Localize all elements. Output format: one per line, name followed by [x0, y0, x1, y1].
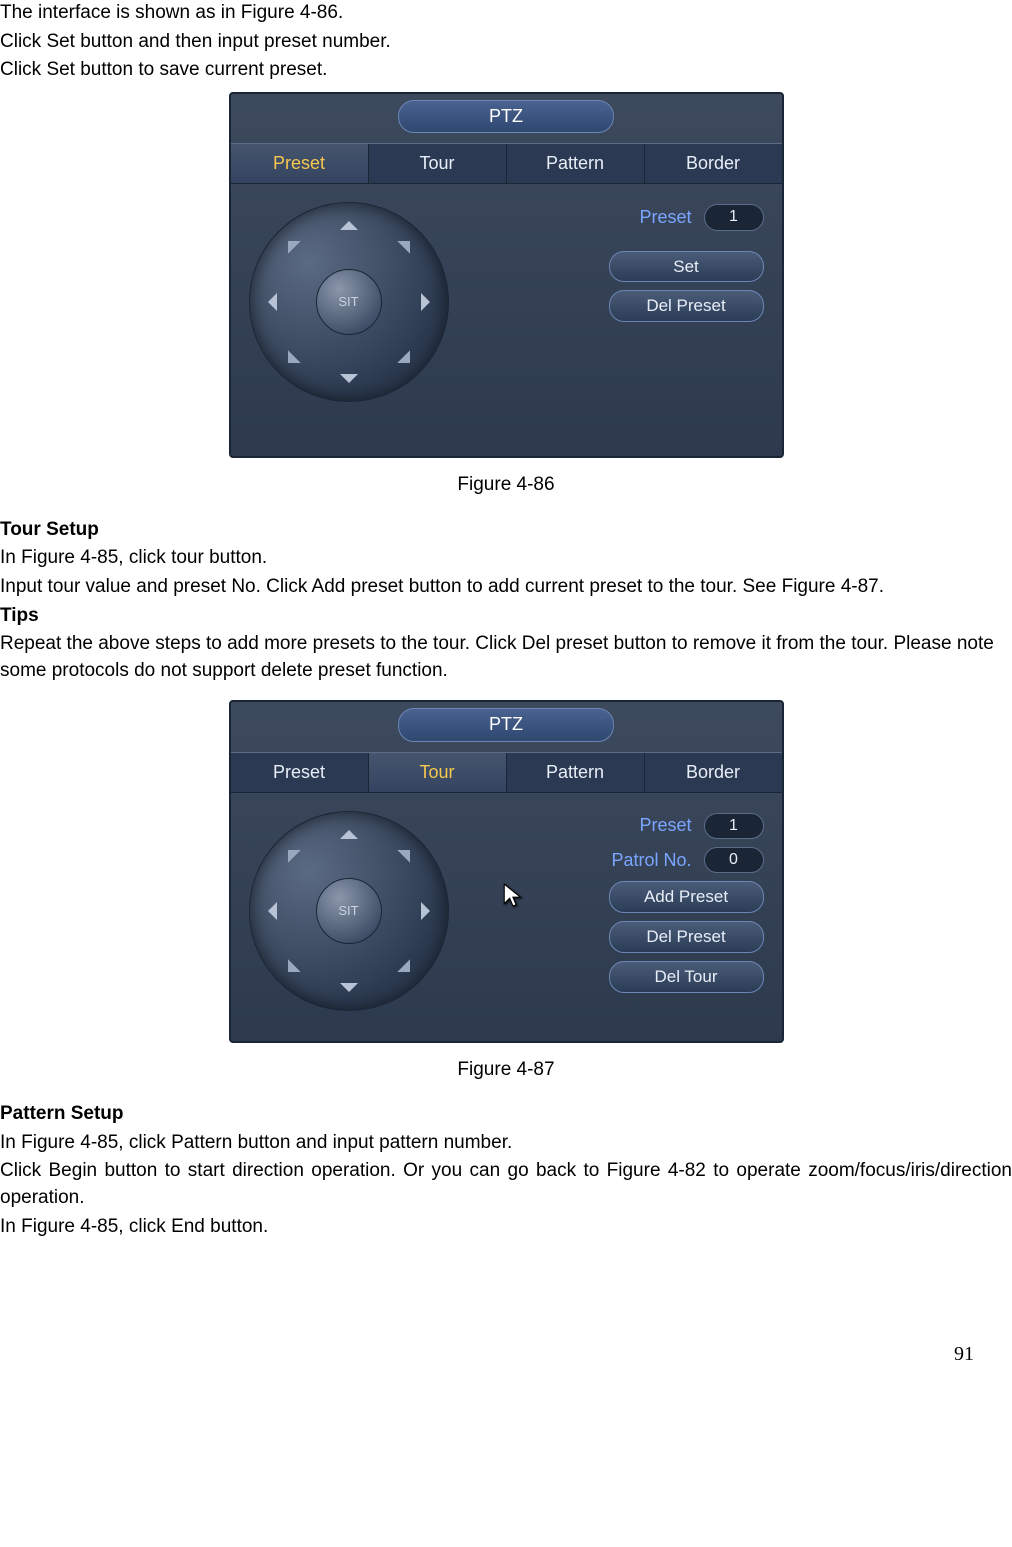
ptz-panel-tour: PTZ Preset Tour Pattern Border SIT Prese… [229, 700, 784, 1042]
dpad: SIT [249, 202, 449, 402]
ptz-body: SIT Preset 1 Set Del Preset [231, 184, 782, 456]
intro-line-3: Click Set button to save current preset. [0, 57, 1012, 84]
dpad: SIT [249, 811, 449, 1011]
tab-tour[interactable]: Tour [369, 753, 507, 792]
intro-line-2: Click Set button and then input preset n… [0, 29, 1012, 56]
ptz-header: PTZ [231, 94, 782, 143]
ptz-tabs: Preset Tour Pattern Border [231, 752, 782, 793]
ptz-title: PTZ [398, 708, 614, 741]
dpad-left-icon[interactable] [259, 902, 277, 920]
dpad-right-icon[interactable] [421, 902, 439, 920]
tour-setup-heading: Tour Setup [0, 517, 1012, 544]
ptz-tabs: Preset Tour Pattern Border [231, 143, 782, 184]
preset-label: Preset [469, 205, 696, 230]
dpad-center-button[interactable]: SIT [316, 878, 382, 944]
tour-setup-l1: In Figure 4-85, click tour button. [0, 545, 1012, 572]
pattern-setup-l3: In Figure 4-85, click End button. [0, 1214, 1012, 1241]
dpad-center-button[interactable]: SIT [316, 269, 382, 335]
controls-preset: Preset 1 Set Del Preset [469, 202, 764, 402]
pattern-setup-l2: Click Begin button to start direction op… [0, 1158, 1012, 1211]
pattern-setup-l1: In Figure 4-85, click Pattern button and… [0, 1130, 1012, 1157]
ptz-title: PTZ [398, 100, 614, 133]
preset-input[interactable]: 1 [704, 204, 764, 230]
tour-setup-l3: Repeat the above steps to add more prese… [0, 631, 1012, 684]
tips-heading: Tips [0, 603, 1012, 630]
tab-preset[interactable]: Preset [231, 144, 369, 183]
del-preset-button[interactable]: Del Preset [609, 290, 764, 322]
del-preset-button[interactable]: Del Preset [609, 921, 764, 953]
ptz-panel-preset: PTZ Preset Tour Pattern Border SIT Prese… [229, 92, 784, 458]
ptz-header: PTZ [231, 702, 782, 751]
tab-border[interactable]: Border [645, 144, 782, 183]
tab-border[interactable]: Border [645, 753, 782, 792]
ptz-body: SIT Preset 1 Patrol No. 0 Add Preset Del… [231, 793, 782, 1041]
dpad-down-icon[interactable] [340, 374, 358, 392]
preset-input[interactable]: 1 [704, 813, 764, 839]
tab-pattern[interactable]: Pattern [507, 753, 645, 792]
dpad-right-icon[interactable] [421, 293, 439, 311]
add-preset-button[interactable]: Add Preset [609, 881, 764, 913]
controls-tour: Preset 1 Patrol No. 0 Add Preset Del Pre… [469, 811, 764, 1011]
patrol-label: Patrol No. [469, 848, 696, 873]
patrol-input[interactable]: 0 [704, 847, 764, 873]
tour-setup-l2: Input tour value and preset No. Click Ad… [0, 574, 1012, 601]
figure-86-caption: Figure 4-86 [0, 472, 1012, 499]
tab-pattern[interactable]: Pattern [507, 144, 645, 183]
preset-label: Preset [469, 813, 696, 838]
tab-tour[interactable]: Tour [369, 144, 507, 183]
dpad-left-icon[interactable] [259, 293, 277, 311]
page-number: 91 [0, 1340, 1012, 1368]
dpad-down-icon[interactable] [340, 983, 358, 1001]
figure-87-caption: Figure 4-87 [0, 1057, 1012, 1084]
intro-line-1: The interface is shown as in Figure 4-86… [0, 0, 1012, 27]
tab-preset[interactable]: Preset [231, 753, 369, 792]
dpad-up-icon[interactable] [340, 821, 358, 839]
dpad-up-icon[interactable] [340, 212, 358, 230]
set-button[interactable]: Set [609, 251, 764, 283]
del-tour-button[interactable]: Del Tour [609, 961, 764, 993]
pattern-setup-heading: Pattern Setup [0, 1101, 1012, 1128]
